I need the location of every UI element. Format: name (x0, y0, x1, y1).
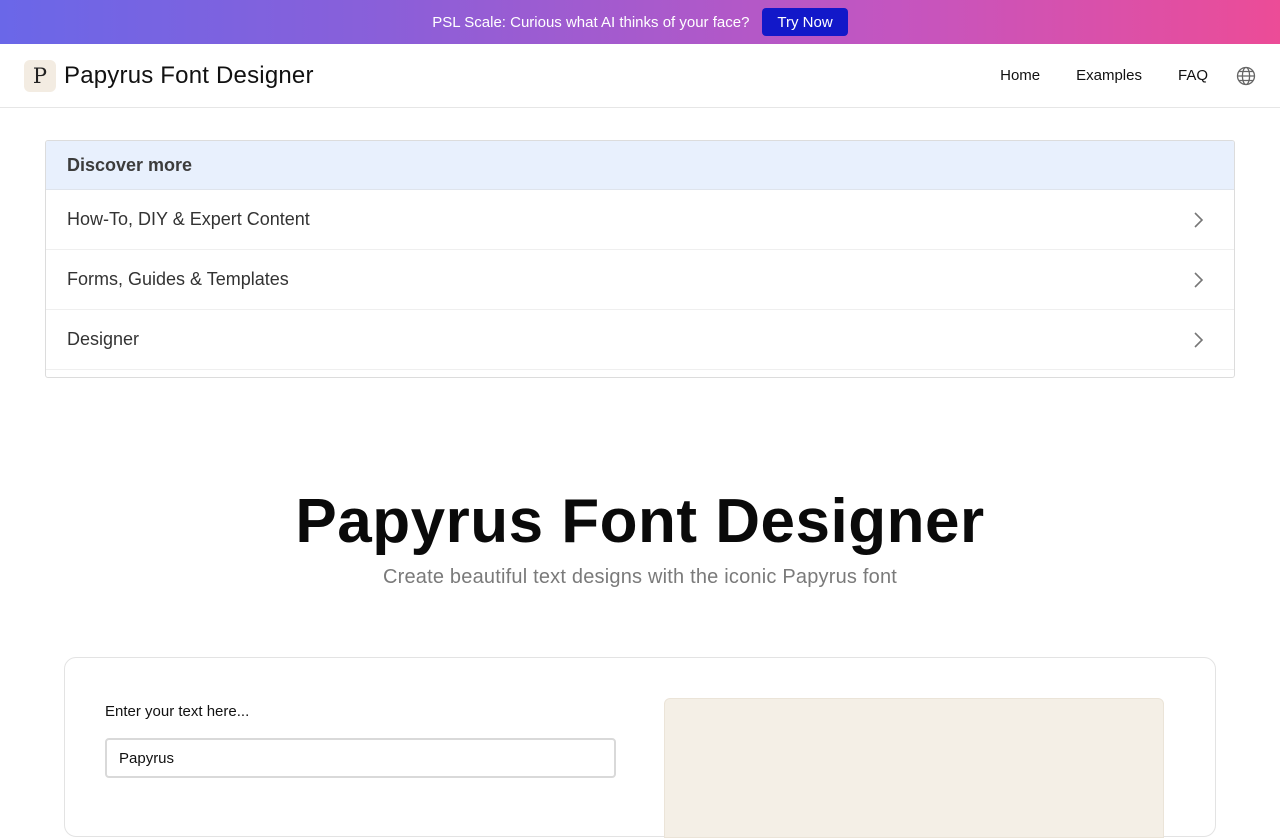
chevron-right-icon (1194, 211, 1204, 228)
discover-item-label: How-To, DIY & Expert Content (67, 209, 310, 229)
chevron-right-icon (1194, 271, 1204, 288)
discover-more-panel: Discover more How-To, DIY & Expert Conte… (45, 140, 1235, 378)
site-header: P Papyrus Font Designer Home Examples FA… (0, 44, 1280, 108)
discover-heading: Discover more (46, 141, 1234, 190)
discover-item-label: Forms, Guides & Templates (67, 269, 289, 289)
nav-faq[interactable]: FAQ (1178, 67, 1208, 84)
page-subtitle: Create beautiful text designs with the i… (382, 566, 898, 588)
main-nav: Home Examples FAQ (1000, 66, 1256, 86)
chevron-right-icon (1194, 331, 1204, 348)
nav-examples[interactable]: Examples (1076, 67, 1142, 84)
globe-icon[interactable] (1236, 66, 1256, 86)
discover-item-label: Designer (67, 329, 140, 349)
try-now-button[interactable]: Try Now (762, 8, 848, 36)
text-input[interactable] (105, 738, 616, 778)
page-title: Papyrus Font Designer (295, 487, 985, 556)
discover-item-how-to[interactable]: How-To, DIY & Expert Content (46, 190, 1234, 250)
discover-item-designer[interactable]: Designer (46, 310, 1234, 370)
logo[interactable]: P (24, 59, 56, 92)
promo-banner: PSL Scale: Curious what AI thinks of you… (0, 0, 1280, 44)
designer-card: Enter your text here... (64, 657, 1216, 838)
promo-text: PSL Scale: Curious what AI thinks of you… (432, 13, 750, 31)
text-input-label: Enter your text here... (105, 703, 250, 720)
preview-canvas (664, 698, 1164, 838)
nav-home[interactable]: Home (1000, 67, 1040, 84)
discover-item-forms[interactable]: Forms, Guides & Templates (46, 250, 1234, 310)
site-title[interactable]: Papyrus Font Designer (64, 62, 314, 90)
brand[interactable]: P Papyrus Font Designer (24, 59, 314, 92)
